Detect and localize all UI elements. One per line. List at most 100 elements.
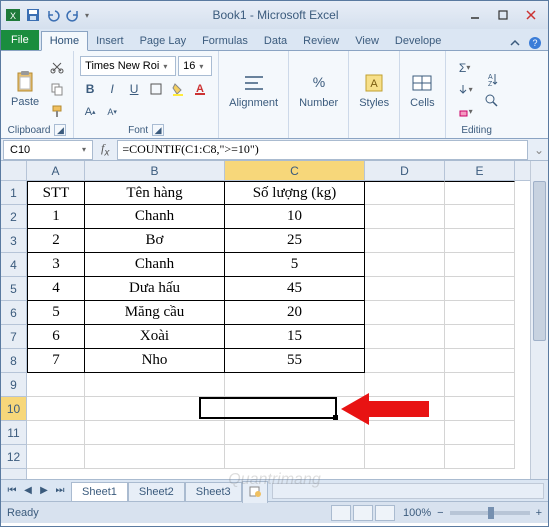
page-layout-view-icon[interactable] bbox=[353, 505, 373, 521]
cell-E2[interactable] bbox=[445, 205, 515, 229]
row-header-8[interactable]: 8 bbox=[1, 349, 26, 373]
cell-B1[interactable]: Tên hàng bbox=[85, 181, 225, 205]
paste-button[interactable]: Paste bbox=[7, 68, 43, 110]
cell-D7[interactable] bbox=[365, 325, 445, 349]
cell-D3[interactable] bbox=[365, 229, 445, 253]
cell-A12[interactable] bbox=[27, 445, 85, 469]
grow-font-icon[interactable]: A▴ bbox=[80, 102, 100, 122]
cell-A10[interactable] bbox=[27, 397, 85, 421]
tab-data[interactable]: Data bbox=[256, 32, 295, 50]
cell-E8[interactable] bbox=[445, 349, 515, 373]
horizontal-scrollbar[interactable] bbox=[272, 483, 544, 499]
alignment-button[interactable]: Alignment bbox=[225, 69, 282, 111]
col-header-C[interactable]: C bbox=[225, 161, 365, 180]
row-header-10[interactable]: 10 bbox=[1, 397, 26, 421]
cell-B5[interactable]: Dưa hấu bbox=[85, 277, 225, 301]
sheet-nav-first-icon[interactable]: ⏮ bbox=[5, 484, 19, 498]
cell-B9[interactable] bbox=[85, 373, 225, 397]
row-header-7[interactable]: 7 bbox=[1, 325, 26, 349]
cell-E4[interactable] bbox=[445, 253, 515, 277]
fx-icon[interactable]: fx bbox=[101, 141, 109, 158]
row-header-2[interactable]: 2 bbox=[1, 205, 26, 229]
tab-insert[interactable]: Insert bbox=[88, 32, 132, 50]
row-header-5[interactable]: 5 bbox=[1, 277, 26, 301]
worksheet-grid[interactable]: ABCDE 123456789101112 STTTên hàngSố lượn… bbox=[1, 161, 548, 479]
sort-filter-icon[interactable]: AZ bbox=[482, 69, 502, 89]
zoom-in-icon[interactable]: + bbox=[536, 507, 542, 519]
cell-C5[interactable]: 45 bbox=[225, 277, 365, 301]
row-header-12[interactable]: 12 bbox=[1, 445, 26, 469]
autosum-icon[interactable]: Σ▾ bbox=[452, 58, 478, 78]
fill-icon[interactable]: ▾ bbox=[452, 80, 478, 100]
cell-A1[interactable]: STT bbox=[27, 181, 85, 205]
font-launcher-icon[interactable]: ◢ bbox=[152, 124, 164, 136]
cell-B7[interactable]: Xoài bbox=[85, 325, 225, 349]
cell-A9[interactable] bbox=[27, 373, 85, 397]
tab-review[interactable]: Review bbox=[295, 32, 347, 50]
tab-developer[interactable]: Develope bbox=[387, 32, 449, 50]
row-header-6[interactable]: 6 bbox=[1, 301, 26, 325]
row-header-4[interactable]: 4 bbox=[1, 253, 26, 277]
clipboard-launcher-icon[interactable]: ◢ bbox=[54, 124, 66, 136]
cell-B3[interactable]: Bơ bbox=[85, 229, 225, 253]
cell-C4[interactable]: 5 bbox=[225, 253, 365, 277]
undo-icon[interactable] bbox=[45, 7, 61, 23]
cell-C2[interactable]: 10 bbox=[225, 205, 365, 229]
column-headers[interactable]: ABCDE bbox=[27, 161, 530, 181]
cell-D5[interactable] bbox=[365, 277, 445, 301]
cells-button[interactable]: Cells bbox=[406, 69, 438, 111]
name-box[interactable]: C10▾ bbox=[3, 140, 93, 160]
cell-A6[interactable]: 5 bbox=[27, 301, 85, 325]
font-name-combo[interactable]: Times New Roi▾ bbox=[80, 56, 176, 76]
bold-button[interactable]: B bbox=[80, 79, 100, 99]
row-header-3[interactable]: 3 bbox=[1, 229, 26, 253]
tab-file[interactable]: File bbox=[1, 30, 39, 50]
zoom-slider[interactable] bbox=[450, 511, 530, 515]
cell-B11[interactable] bbox=[85, 421, 225, 445]
border-icon[interactable] bbox=[146, 79, 166, 99]
row-header-9[interactable]: 9 bbox=[1, 373, 26, 397]
cell-A3[interactable]: 2 bbox=[27, 229, 85, 253]
new-sheet-icon[interactable] bbox=[242, 481, 268, 503]
cell-C7[interactable]: 15 bbox=[225, 325, 365, 349]
maximize-button[interactable] bbox=[490, 6, 516, 24]
cell-C8[interactable]: 55 bbox=[225, 349, 365, 373]
help-icon[interactable]: ? bbox=[528, 36, 542, 50]
zoom-level[interactable]: 100% bbox=[403, 507, 431, 519]
cell-B12[interactable] bbox=[85, 445, 225, 469]
cell-E12[interactable] bbox=[445, 445, 515, 469]
cell-E6[interactable] bbox=[445, 301, 515, 325]
cell-A8[interactable]: 7 bbox=[27, 349, 85, 373]
cell-D4[interactable] bbox=[365, 253, 445, 277]
sheet-tab-3[interactable]: Sheet3 bbox=[185, 482, 242, 501]
number-button[interactable]: % Number bbox=[295, 69, 342, 111]
cell-E7[interactable] bbox=[445, 325, 515, 349]
scrollbar-thumb[interactable] bbox=[533, 181, 546, 341]
fill-color-icon[interactable] bbox=[168, 79, 188, 99]
cell-C3[interactable]: 25 bbox=[225, 229, 365, 253]
minimize-ribbon-icon[interactable] bbox=[508, 36, 522, 50]
clear-icon[interactable]: ▾ bbox=[452, 102, 478, 122]
vertical-scrollbar[interactable] bbox=[530, 161, 548, 479]
sheet-nav-next-icon[interactable]: ▶ bbox=[37, 484, 51, 498]
row-header-11[interactable]: 11 bbox=[1, 421, 26, 445]
sheet-nav-prev-icon[interactable]: ◀ bbox=[21, 484, 35, 498]
cell-B10[interactable] bbox=[85, 397, 225, 421]
zoom-out-icon[interactable]: − bbox=[437, 507, 443, 519]
tab-home[interactable]: Home bbox=[41, 31, 88, 51]
cell-C1[interactable]: Số lượng (kg) bbox=[225, 181, 365, 205]
row-header-1[interactable]: 1 bbox=[1, 181, 26, 205]
formula-input[interactable]: =COUNTIF(C1:C8,">=10") bbox=[117, 140, 528, 160]
select-all-corner[interactable] bbox=[1, 161, 27, 181]
cell-C12[interactable] bbox=[225, 445, 365, 469]
cell-A4[interactable]: 3 bbox=[27, 253, 85, 277]
cell-D2[interactable] bbox=[365, 205, 445, 229]
col-header-E[interactable]: E bbox=[445, 161, 515, 180]
font-color-icon[interactable]: A bbox=[190, 79, 210, 99]
tab-view[interactable]: View bbox=[347, 32, 387, 50]
cell-D12[interactable] bbox=[365, 445, 445, 469]
expand-formula-icon[interactable]: ⌄ bbox=[530, 143, 548, 157]
save-icon[interactable] bbox=[25, 7, 41, 23]
cell-E1[interactable] bbox=[445, 181, 515, 205]
cell-E3[interactable] bbox=[445, 229, 515, 253]
